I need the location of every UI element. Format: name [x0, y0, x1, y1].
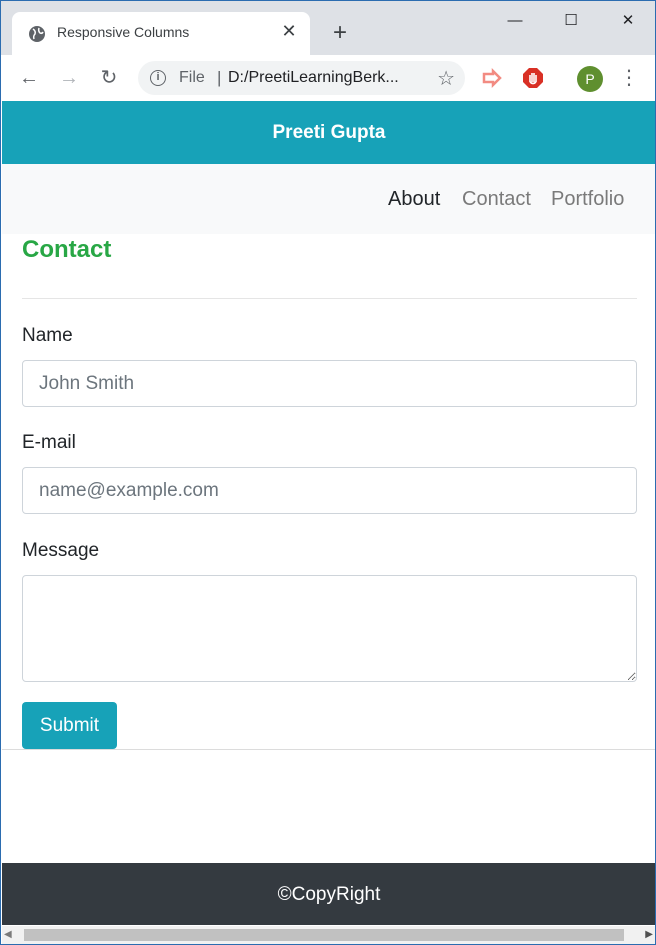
url-separator: |: [217, 68, 222, 87]
message-label: Message: [22, 540, 100, 561]
bookmark-star-icon[interactable]: ☆: [437, 66, 455, 91]
reload-icon[interactable]: ↻: [95, 64, 123, 92]
extension-arrow-icon[interactable]: [481, 67, 503, 89]
maximize-icon[interactable]: ☐: [551, 7, 591, 35]
scroll-right-icon[interactable]: ▶: [645, 929, 653, 940]
browser-window: Responsive Columns ✕ + — ☐ ✕ ← → ↻ i Fil…: [0, 0, 656, 945]
nav-link-about[interactable]: About: [388, 188, 440, 211]
profile-avatar[interactable]: P: [577, 66, 603, 92]
globe-icon: [29, 26, 45, 42]
email-label: E-mail: [22, 432, 76, 453]
browser-tab[interactable]: Responsive Columns ✕: [12, 12, 310, 55]
divider: [22, 298, 637, 299]
address-bar[interactable]: i File | D:/PreetiLearningBerk... ☆: [138, 61, 465, 95]
site-navbar: About Contact Portfolio: [2, 164, 655, 234]
minimize-icon[interactable]: —: [495, 7, 535, 35]
tab-strip: Responsive Columns ✕ + — ☐ ✕: [1, 1, 655, 55]
email-input[interactable]: [22, 467, 637, 514]
site-footer: ©CopyRight: [2, 863, 655, 925]
url-scheme: File: [179, 69, 205, 86]
scrollbar-thumb[interactable]: [24, 929, 624, 941]
scroll-left-icon[interactable]: ◀: [4, 929, 12, 940]
message-textarea[interactable]: [22, 575, 637, 682]
adblock-icon[interactable]: [522, 67, 544, 89]
tab-title: Responsive Columns: [57, 24, 190, 40]
info-icon[interactable]: i: [150, 70, 166, 86]
close-tab-icon[interactable]: ✕: [278, 20, 300, 42]
name-label: Name: [22, 325, 73, 346]
section-divider: [2, 749, 655, 750]
submit-button[interactable]: Submit: [22, 702, 117, 749]
new-tab-icon[interactable]: +: [327, 20, 353, 46]
web-page: Preeti Gupta About Contact Portfolio Con…: [2, 101, 655, 926]
site-header: Preeti Gupta: [2, 101, 655, 164]
back-icon[interactable]: ←: [15, 64, 43, 92]
horizontal-scrollbar[interactable]: ◀ ▶: [2, 926, 655, 944]
browser-toolbar: ← → ↻ i File | D:/PreetiLearningBerk... …: [1, 55, 655, 101]
nav-link-contact[interactable]: Contact: [462, 188, 531, 211]
forward-icon[interactable]: →: [55, 64, 83, 92]
menu-icon[interactable]: ⋮: [619, 64, 639, 92]
page-heading: Contact: [22, 236, 112, 263]
nav-link-portfolio[interactable]: Portfolio: [551, 188, 624, 211]
name-input[interactable]: [22, 360, 637, 407]
window-close-icon[interactable]: ✕: [608, 7, 648, 35]
url-text[interactable]: D:/PreetiLearningBerk...: [228, 69, 418, 87]
